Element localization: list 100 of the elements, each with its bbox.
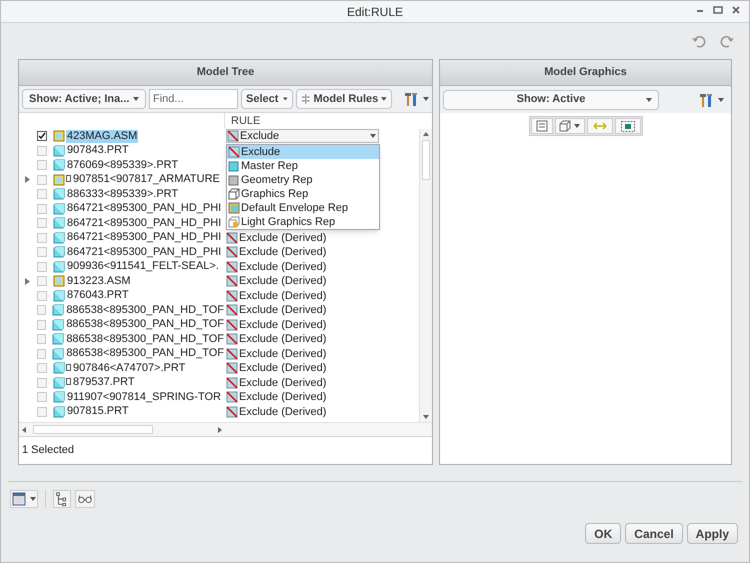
tree-item[interactable]: 886538<895300_PAN_HD_TOF xyxy=(65,332,225,346)
menu-item[interactable]: Light Graphics Rep xyxy=(227,215,379,229)
envelope-cube-icon xyxy=(228,202,240,214)
window-icon xyxy=(12,492,26,506)
rule-cell: Exclude (Derived) xyxy=(226,316,326,333)
tree-item[interactable]: 864721<895300_PAN_HD_PHI xyxy=(66,246,222,259)
cube-icon xyxy=(228,160,240,172)
part-icon xyxy=(52,318,64,331)
tree-item[interactable]: 876043.PRT xyxy=(66,289,130,302)
wire-cube-icon xyxy=(559,120,571,132)
rule-cell: Exclude (Derived) xyxy=(226,288,326,304)
rule-cell: Exclude (Derived) xyxy=(226,258,326,275)
dialog-button[interactable]: OK xyxy=(585,523,622,544)
wire-cube-icon xyxy=(228,188,240,200)
dialog-button[interactable]: Apply xyxy=(686,523,738,544)
status-text: 1 Selected xyxy=(22,443,74,458)
undo-icon[interactable] xyxy=(691,34,707,48)
part-icon xyxy=(53,202,65,215)
menu-item[interactable]: Graphics Rep xyxy=(227,187,379,201)
tree-item[interactable]: 886538<895300_PAN_HD_TOF xyxy=(65,318,225,332)
tree-item[interactable]: 909936<911541_FELT-SEAL>. xyxy=(66,260,220,274)
menu-item[interactable]: Exclude xyxy=(227,145,379,159)
dialog-button[interactable]: Cancel xyxy=(625,523,683,544)
tree-item[interactable]: 907846<A74707>.PRT xyxy=(72,362,186,375)
caret-icon xyxy=(133,97,139,101)
rule-cell: Exclude (Derived) xyxy=(226,331,326,348)
tree-item[interactable]: 423MAG.ASM xyxy=(66,130,138,143)
light-cube-icon xyxy=(228,216,240,228)
menu-item[interactable]: Master Rep xyxy=(227,159,379,173)
document-icon xyxy=(536,120,548,132)
model-rules-dropdown[interactable]: Model Rules xyxy=(296,89,392,109)
rule-cell: Exclude (Derived) xyxy=(226,346,326,362)
tree-item[interactable]: 886538<895300_PAN_HD_TOF xyxy=(65,304,225,317)
tree-item[interactable]: 876069<895339>.PRT xyxy=(66,158,180,172)
crossed-cube-icon xyxy=(226,290,238,302)
show-filter-dropdown[interactable]: Show: Active; Ina... xyxy=(22,89,146,109)
part-icon xyxy=(53,260,65,273)
part-icon xyxy=(53,362,65,374)
caret-icon xyxy=(423,97,429,101)
assembly-icon xyxy=(53,275,65,288)
scrollbar-thumb[interactable] xyxy=(33,425,153,434)
tree-item[interactable]: 907851<907817_ARMATURE xyxy=(72,173,221,186)
menu-item[interactable]: Default Envelope Rep xyxy=(227,201,379,215)
tree-item[interactable]: 907815.PRT xyxy=(66,405,130,418)
tree-item[interactable]: 864721<895300_PAN_HD_PHI xyxy=(66,231,222,244)
assembly-icon xyxy=(53,130,65,142)
expand-arrow-icon[interactable] xyxy=(25,176,31,184)
view-style-button[interactable] xyxy=(554,118,584,134)
crossed-cube-icon xyxy=(226,348,238,360)
part-icon xyxy=(52,333,64,346)
vertical-scrollbar[interactable] xyxy=(419,129,432,422)
scroll-right-icon[interactable] xyxy=(218,426,222,432)
rule-combo-box[interactable]: Exclude xyxy=(226,129,379,144)
scroll-down-icon[interactable] xyxy=(423,415,429,419)
caret-icon xyxy=(30,497,36,501)
part-icon xyxy=(53,246,65,258)
close-icon[interactable] xyxy=(731,5,741,15)
part-icon xyxy=(53,144,65,157)
tools-icon[interactable] xyxy=(403,91,419,107)
tree-item[interactable]: 864721<895300_PAN_HD_PHI xyxy=(66,202,222,216)
tree-item[interactable]: 886538<895300_PAN_HD_TOF xyxy=(65,347,225,360)
tree-item[interactable]: 886333<895339>.PRT xyxy=(66,188,180,201)
tree-item[interactable]: 864721<895300_PAN_HD_PHI xyxy=(66,216,222,230)
scroll-left-icon[interactable] xyxy=(22,426,26,432)
crossed-cube-icon xyxy=(226,260,238,273)
checkbox[interactable] xyxy=(37,131,47,142)
tree-item[interactable]: 879537.PRT xyxy=(72,376,136,390)
crossed-cube-icon xyxy=(226,232,238,244)
part-icon xyxy=(53,232,65,244)
scroll-up-icon[interactable] xyxy=(423,132,429,136)
tree-view-button[interactable] xyxy=(530,118,552,134)
part-icon xyxy=(53,391,65,404)
check-icon xyxy=(38,132,46,140)
select-dropdown[interactable]: Select xyxy=(241,89,293,109)
menu-item[interactable]: Geometry Rep xyxy=(227,173,379,187)
scrollbar-thumb[interactable] xyxy=(422,140,430,180)
rule-cell: Exclude (Derived) xyxy=(226,389,326,406)
glasses-icon[interactable] xyxy=(75,490,95,508)
tree-item[interactable]: 913223.ASM xyxy=(66,274,132,288)
rule-cell: Exclude (Derived) xyxy=(226,404,326,420)
zoom-fit-button[interactable] xyxy=(614,118,640,134)
crossed-cube-icon xyxy=(226,376,238,389)
caret-icon xyxy=(381,97,387,101)
layout-dropdown[interactable] xyxy=(10,490,38,508)
show-filter-dropdown[interactable]: Show: Active xyxy=(443,90,659,110)
crossed-cube-icon xyxy=(226,391,238,404)
window-title: Edit:RULE xyxy=(346,4,404,20)
rule-cell: Exclude (Derived) xyxy=(226,244,326,260)
hierarchy-icon[interactable] xyxy=(53,490,71,508)
rule-cell: Exclude (Derived) xyxy=(226,302,326,318)
find-field[interactable]: Find... xyxy=(149,89,238,109)
tools-icon[interactable] xyxy=(698,92,714,108)
tree-item[interactable]: 911907<907814_SPRING-TOR xyxy=(66,390,222,404)
tree-item[interactable]: 907843.PRT xyxy=(66,144,130,158)
expand-arrow-icon[interactable] xyxy=(25,278,31,285)
column-header[interactable]: RULE xyxy=(225,113,260,129)
maximize-icon[interactable] xyxy=(713,5,723,15)
caret-icon xyxy=(370,134,376,138)
caret-icon xyxy=(283,97,288,101)
redo-icon[interactable] xyxy=(719,34,735,48)
